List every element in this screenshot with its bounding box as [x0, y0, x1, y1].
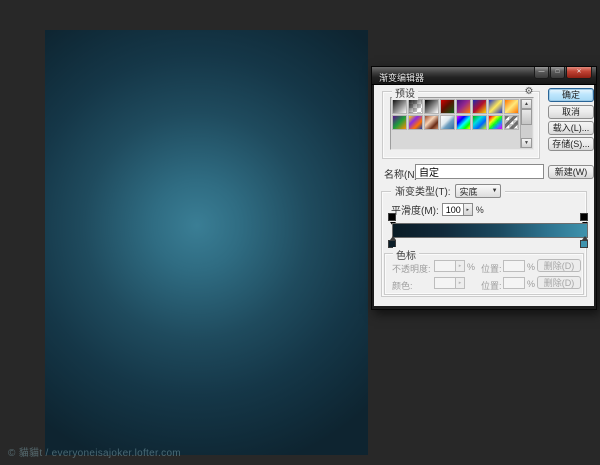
gradient-type-label: 渐变类型(T): [395, 183, 451, 198]
location-input-bottom [503, 277, 525, 289]
dialog-title: 渐变编辑器 [379, 71, 424, 84]
opacity-slider-arrow-icon: ▸ [456, 260, 465, 272]
gradient-type-dropdown[interactable]: 实底 ▼ [455, 184, 501, 198]
color-swatch-well [434, 277, 456, 289]
stops-label: 色标 [393, 247, 419, 262]
preset-swatch-blue-yellow-blue[interactable] [488, 99, 503, 114]
preset-swatch-violet-orange[interactable] [456, 99, 471, 114]
color-label: 颜色: [392, 279, 413, 292]
smoothness-input[interactable] [442, 203, 464, 216]
location-percent-top: % [527, 262, 535, 272]
window-controls: — □ ✕ [533, 67, 592, 79]
gradient-editor-dialog: 渐变编辑器 — □ ✕ 预设 ⚙ [371, 66, 597, 310]
color-stop-right[interactable] [580, 240, 588, 248]
preset-swatch-transparent-rainbow[interactable] [488, 115, 503, 130]
close-button[interactable]: ✕ [566, 67, 592, 79]
preset-swatch-chrome[interactable] [440, 115, 455, 130]
opacity-label: 不透明度: [392, 262, 431, 275]
delete-opacity-stop-button: 删除(D) [537, 259, 581, 272]
preset-swatch-violet-green-orange[interactable] [392, 115, 407, 130]
preset-swatch-blue-red-yellow[interactable] [472, 99, 487, 114]
cancel-button[interactable]: 取消 [548, 105, 594, 119]
dialog-body: 预设 ⚙ ▲ [374, 85, 594, 306]
preset-swatch-copper[interactable] [424, 115, 439, 130]
preset-scrollbar[interactable]: ▲ ▼ [520, 99, 532, 148]
smoothness-unit: % [476, 205, 484, 215]
preset-swatch-green-cyan-spectrum[interactable] [472, 115, 487, 130]
name-input[interactable] [415, 164, 544, 179]
gradient-type-value: 实底 [460, 185, 478, 198]
watermark: © 貓貓t / everyoneisajoker.lofter.com [8, 444, 181, 459]
location-input-top [503, 260, 525, 272]
gradient-preview-bar[interactable] [392, 223, 588, 238]
smoothness-label: 平滑度(M): [391, 202, 439, 217]
minimize-button[interactable]: — [534, 67, 549, 79]
opacity-input [434, 260, 456, 272]
preset-swatch-grid [392, 99, 521, 130]
chevron-down-icon: ▼ [492, 188, 498, 194]
location-percent-bottom: % [527, 279, 535, 289]
preset-swatch-fg-to-transparent[interactable] [408, 99, 423, 114]
document-canvas [45, 30, 368, 455]
preset-swatch-fg-to-bg[interactable] [392, 99, 407, 114]
location-label-top: 位置: [481, 262, 502, 275]
opacity-percent: % [467, 262, 475, 272]
delete-color-stop-button: 删除(D) [537, 276, 581, 289]
preset-swatch-orange-yellow-orange[interactable] [504, 99, 519, 114]
scroll-thumb[interactable] [521, 109, 532, 125]
location-label-bottom: 位置: [481, 279, 502, 292]
smoothness-slider-arrow-icon[interactable]: ▸ [464, 203, 473, 216]
scroll-down-icon[interactable]: ▼ [521, 138, 532, 148]
preset-swatch-yellow-violet-orange-blue[interactable] [408, 115, 423, 130]
presets-label: 预设 [392, 85, 418, 100]
color-picker-arrow-icon: ▸ [456, 277, 465, 289]
maximize-button[interactable]: □ [550, 67, 565, 79]
ok-button[interactable]: 确定 [548, 88, 594, 102]
load-button[interactable]: 载入(L)... [548, 121, 594, 135]
save-button[interactable]: 存储(S)... [548, 137, 594, 151]
dialog-titlebar[interactable]: 渐变编辑器 — □ ✕ [372, 67, 596, 85]
scroll-up-icon[interactable]: ▲ [521, 99, 532, 109]
preset-swatch-transparent-stripes[interactable] [504, 115, 519, 130]
preset-swatch-spectrum[interactable] [456, 115, 471, 130]
preset-swatch-red-green[interactable] [440, 99, 455, 114]
preset-swatch-black-white[interactable] [424, 99, 439, 114]
new-button[interactable]: 新建(W) [548, 165, 594, 179]
opacity-stop-right[interactable] [580, 213, 588, 221]
preset-list: ▲ ▼ [390, 97, 534, 150]
